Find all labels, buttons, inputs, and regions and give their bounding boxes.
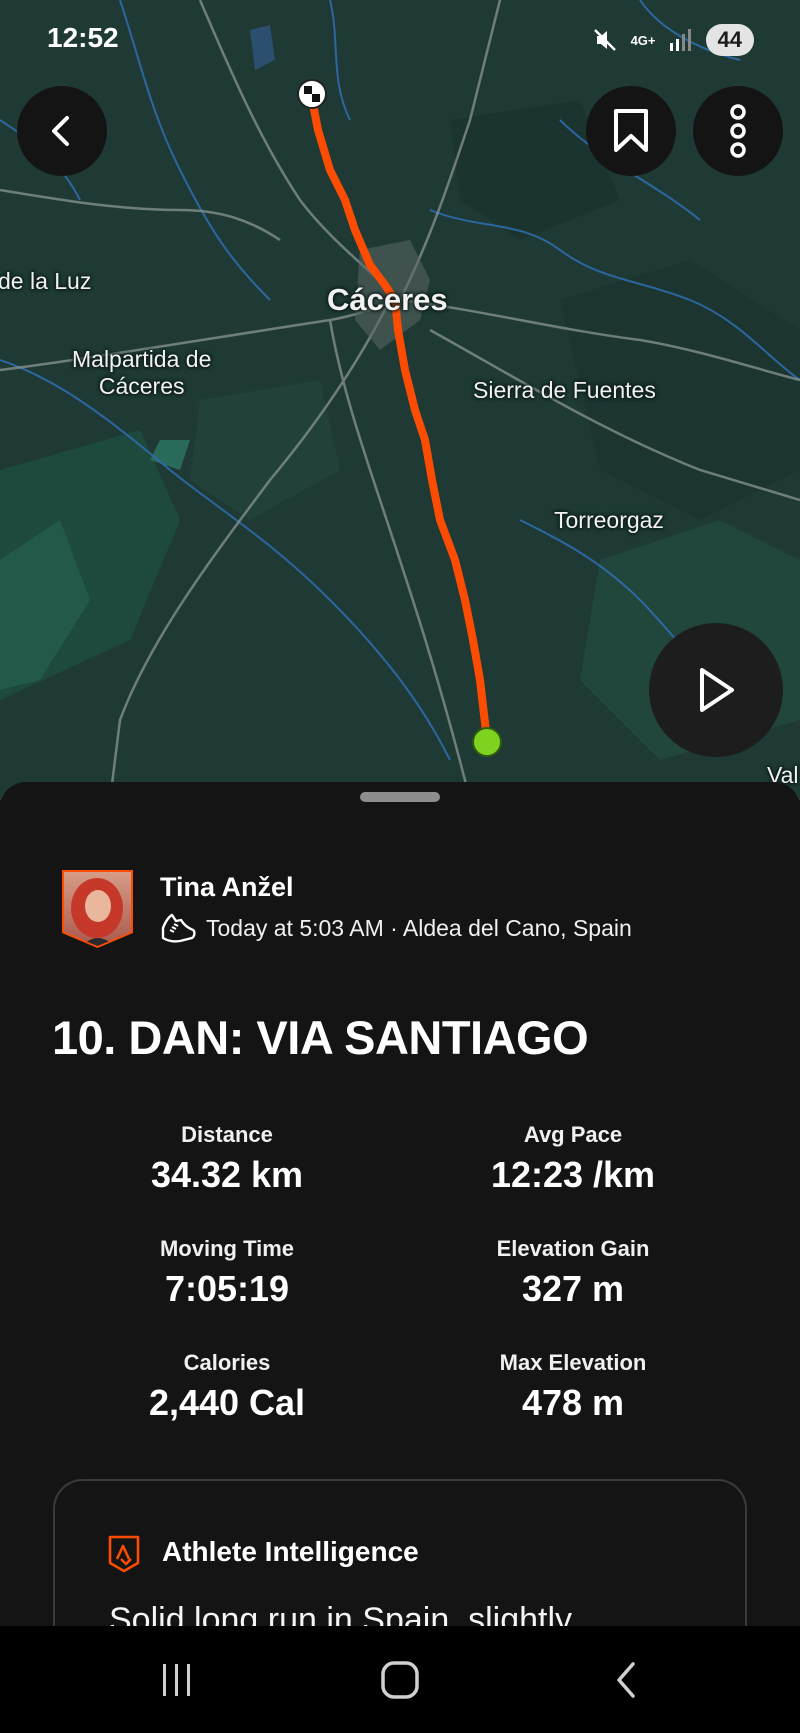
status-icons: 4G+ 44 <box>591 24 754 56</box>
athlete-intelligence-text: Solid long run in Spain, slightly <box>109 1601 573 1626</box>
system-back-button[interactable] <box>566 1626 686 1733</box>
athlete-intelligence-card[interactable]: Athlete Intelligence Solid long run in S… <box>53 1479 747 1626</box>
back-arrow-icon <box>617 1661 635 1698</box>
stat-label: Calories <box>183 1350 271 1375</box>
athlete-intelligence-title: Athlete Intelligence <box>162 1536 419 1567</box>
stat-label: Elevation Gain <box>496 1236 650 1261</box>
home-button[interactable] <box>340 1626 460 1733</box>
stat-elevation-gain: Elevation Gain 327 m <box>403 1236 743 1310</box>
start-marker <box>472 727 502 757</box>
strava-logo-icon <box>108 1535 140 1573</box>
stat-max-elevation: Max Elevation 478 m <box>403 1350 743 1424</box>
recents-button[interactable] <box>117 1626 237 1733</box>
stat-value: 327 m <box>521 1268 625 1309</box>
stat-label: Max Elevation <box>499 1350 647 1375</box>
status-bar: 12:52 4G+ 44 <box>0 0 800 80</box>
map-label-torreorgaz: Torreorgaz <box>554 507 664 533</box>
sheet-drag-handle[interactable] <box>360 792 440 802</box>
activity-meta-text: Today at 5:03 AM · Aldea del Cano, Spain <box>206 914 632 941</box>
activity-sheet: Tina Anžel Today at 5:03 AM · Aldea del … <box>0 782 800 1626</box>
stat-label: Moving Time <box>159 1236 295 1261</box>
avatar[interactable] <box>60 868 135 950</box>
play-flyover-button[interactable] <box>649 623 783 757</box>
signal-icon <box>669 29 691 51</box>
stat-moving-time: Moving Time 7:05:19 <box>57 1236 397 1310</box>
back-button[interactable] <box>17 86 107 176</box>
stat-value: 2,440 Cal <box>148 1382 306 1423</box>
map-label-sierra-de-fuentes: Sierra de Fuentes <box>473 377 656 403</box>
stat-avg-pace: Avg Pace 12:23 /km <box>403 1122 743 1196</box>
activity-title: 10. DAN: VIA SANTIAGO <box>52 1011 589 1064</box>
map-label-caceres: Cáceres <box>327 282 448 317</box>
stat-value: 12:23 /km <box>490 1154 656 1195</box>
recents-icon <box>163 1663 190 1696</box>
stat-value: 478 m <box>521 1382 625 1423</box>
map-label-malpartida: Malpartida de Cáceres <box>72 346 212 399</box>
bookmark-icon <box>614 109 648 152</box>
battery-indicator: 44 <box>705 24 754 56</box>
map-label-de-la-luz: de la Luz <box>0 268 92 294</box>
status-time: 12:52 <box>47 22 119 53</box>
finish-marker <box>297 79 327 109</box>
play-icon <box>700 668 734 712</box>
stat-label: Distance <box>181 1122 273 1147</box>
more-vertical-icon <box>730 104 746 158</box>
mute-icon <box>593 29 616 51</box>
network-type: 4G+ <box>630 32 656 48</box>
stat-calories: Calories 2,440 Cal <box>57 1350 397 1424</box>
stat-label: Avg Pace <box>523 1122 623 1147</box>
athlete-name[interactable]: Tina Anžel <box>160 872 294 903</box>
stat-value: 34.32 km <box>150 1154 304 1195</box>
stat-value: 7:05:19 <box>164 1268 290 1309</box>
more-options-button[interactable] <box>693 86 783 176</box>
bookmark-button[interactable] <box>586 86 676 176</box>
stat-distance: Distance 34.32 km <box>57 1122 397 1196</box>
home-icon <box>381 1660 419 1699</box>
chevron-left-icon <box>52 116 69 146</box>
shoe-icon <box>161 913 196 943</box>
system-nav-bar <box>0 1626 800 1733</box>
activity-meta: Today at 5:03 AM · Aldea del Cano, Spain <box>160 912 632 944</box>
